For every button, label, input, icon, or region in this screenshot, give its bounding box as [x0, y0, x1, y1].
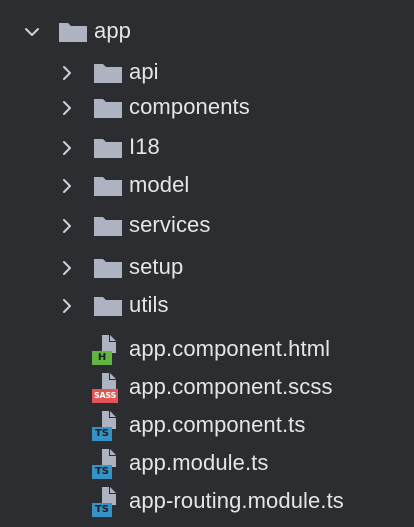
folder-icon [93, 257, 123, 279]
tree-item-services[interactable]: services [0, 206, 414, 247]
tree-item-label: utils [129, 292, 169, 317]
chevron-right-icon[interactable] [56, 257, 78, 279]
tree-item-app-component-html[interactable]: H app.component.html [0, 330, 414, 371]
folder-icon [93, 137, 123, 159]
tree-item-label: app.component.scss [129, 374, 333, 399]
tree-item-app-module-ts[interactable]: TS app.module.ts [0, 444, 414, 485]
tree-item-label: app [94, 18, 132, 43]
folder-icon [93, 97, 123, 119]
tree-item-label: model [129, 172, 190, 197]
sass-file-icon: SASS [92, 372, 122, 403]
tree-item-label: I18 [129, 134, 160, 159]
tree-item-label: setup [129, 254, 184, 279]
tree-item-label: app-routing.module.ts [129, 488, 344, 513]
tree-item-label: api [129, 59, 159, 84]
tree-item-label: services [129, 212, 211, 237]
tree-item-setup[interactable]: setup [0, 248, 414, 289]
folder-icon [58, 21, 88, 43]
typescript-file-icon: TS [92, 486, 122, 517]
tree-item-app-routing-module-ts[interactable]: TS app-routing.module.ts [0, 482, 414, 523]
tree-item-label: components [129, 94, 250, 119]
chevron-right-icon[interactable] [56, 175, 78, 197]
tree-item-app-component-scss[interactable]: SASS app.component.scss [0, 368, 414, 409]
tree-item-app[interactable]: app [0, 12, 414, 53]
tree-item-utils[interactable]: utils [0, 286, 414, 327]
chevron-right-icon[interactable] [56, 97, 78, 119]
tree-item-i18[interactable]: I18 [0, 128, 414, 169]
chevron-right-icon[interactable] [56, 215, 78, 237]
typescript-file-icon: TS [92, 410, 122, 441]
tree-item-components[interactable]: components [0, 88, 414, 129]
tree-item-label: app.component.ts [129, 412, 306, 437]
folder-icon [93, 62, 123, 84]
folder-icon [93, 215, 123, 237]
html-file-icon: H [92, 334, 122, 365]
folder-icon [93, 175, 123, 197]
tree-item-label: app.component.html [129, 336, 331, 361]
chevron-down-icon[interactable] [21, 21, 43, 43]
project-tree: app api components I18 model services se… [0, 0, 414, 527]
tree-item-app-component-ts[interactable]: TS app.component.ts [0, 406, 414, 447]
chevron-right-icon[interactable] [56, 62, 78, 84]
chevron-right-icon[interactable] [56, 295, 78, 317]
chevron-right-icon[interactable] [56, 137, 78, 159]
folder-icon [93, 295, 123, 317]
tree-item-label: app.module.ts [129, 450, 269, 475]
tree-item-model[interactable]: model [0, 166, 414, 207]
typescript-file-icon: TS [92, 448, 122, 479]
